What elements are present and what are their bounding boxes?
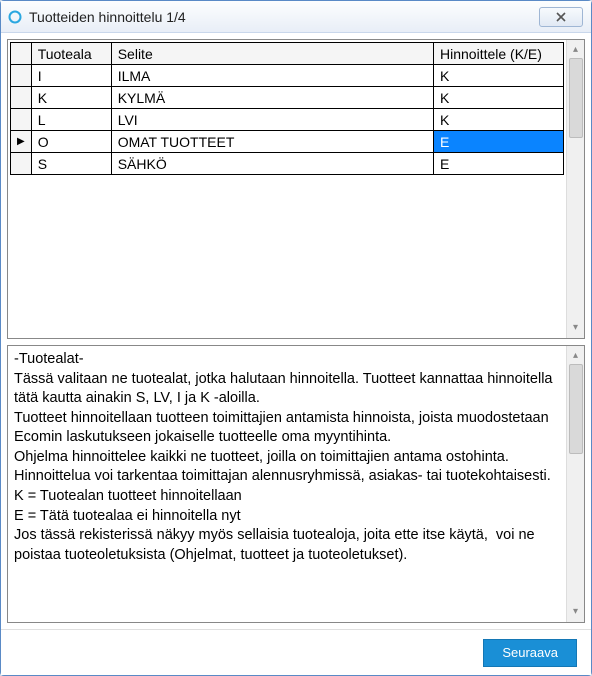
titlebar[interactable]: Tuotteiden hinnoittelu 1/4 — [1, 1, 591, 33]
info-pane: -Tuotealat- Tässä valitaan ne tuotealat,… — [7, 345, 585, 623]
table-row[interactable]: IILMAK — [11, 65, 564, 87]
scroll-thumb[interactable] — [569, 58, 583, 138]
next-button[interactable]: Seuraava — [483, 639, 577, 667]
cell-area[interactable]: O — [31, 131, 111, 153]
scroll-down-icon[interactable]: ▾ — [569, 604, 583, 618]
col-header-price[interactable]: Hinnoittele (K/E) — [434, 43, 564, 65]
info-scrollbar[interactable]: ▴ ▾ — [566, 346, 584, 622]
table-row[interactable]: ▶OOMAT TUOTTEETE — [11, 131, 564, 153]
app-icon — [7, 9, 23, 25]
col-header-area[interactable]: Tuoteala — [31, 43, 111, 65]
cell-area[interactable]: L — [31, 109, 111, 131]
scroll-thumb[interactable] — [569, 364, 583, 454]
cell-desc[interactable]: KYLMÄ — [111, 87, 433, 109]
scroll-up-icon[interactable]: ▴ — [569, 348, 583, 362]
grid-pane: Tuoteala Selite Hinnoittele (K/E) IILMAK… — [7, 39, 585, 339]
dialog-window: Tuotteiden hinnoittelu 1/4 Tuoteala Seli… — [0, 0, 592, 676]
row-marker — [11, 153, 32, 175]
cell-area[interactable]: S — [31, 153, 111, 175]
cell-desc[interactable]: ILMA — [111, 65, 433, 87]
table-row[interactable]: KKYLMÄK — [11, 87, 564, 109]
col-header-desc[interactable]: Selite — [111, 43, 433, 65]
product-area-table[interactable]: Tuoteala Selite Hinnoittele (K/E) IILMAK… — [10, 42, 564, 175]
info-text: -Tuotealat- Tässä valitaan ne tuotealat,… — [10, 348, 564, 567]
close-icon — [555, 12, 567, 22]
grid-scroll: Tuoteala Selite Hinnoittele (K/E) IILMAK… — [8, 40, 566, 338]
window-title: Tuotteiden hinnoittelu 1/4 — [29, 9, 539, 25]
cell-desc[interactable]: LVI — [111, 109, 433, 131]
cell-price[interactable]: E — [434, 131, 564, 153]
close-button[interactable] — [539, 7, 583, 27]
cell-desc[interactable]: OMAT TUOTTEET — [111, 131, 433, 153]
content-area: Tuoteala Selite Hinnoittele (K/E) IILMAK… — [1, 33, 591, 629]
info-scroll: -Tuotealat- Tässä valitaan ne tuotealat,… — [8, 346, 566, 622]
cell-price[interactable]: E — [434, 153, 564, 175]
row-marker — [11, 109, 32, 131]
cell-desc[interactable]: SÄHKÖ — [111, 153, 433, 175]
table-row[interactable]: SSÄHKÖE — [11, 153, 564, 175]
cell-area[interactable]: K — [31, 87, 111, 109]
scroll-down-icon[interactable]: ▾ — [569, 320, 583, 334]
footer: Seuraava — [1, 629, 591, 675]
cell-price[interactable]: K — [434, 87, 564, 109]
grid-scrollbar[interactable]: ▴ ▾ — [566, 40, 584, 338]
cell-area[interactable]: I — [31, 65, 111, 87]
table-row[interactable]: LLVIK — [11, 109, 564, 131]
row-marker — [11, 65, 32, 87]
cell-price[interactable]: K — [434, 109, 564, 131]
scroll-up-icon[interactable]: ▴ — [569, 42, 583, 56]
cell-price[interactable]: K — [434, 65, 564, 87]
row-header-blank — [11, 43, 32, 65]
row-marker: ▶ — [11, 131, 32, 153]
row-marker — [11, 87, 32, 109]
